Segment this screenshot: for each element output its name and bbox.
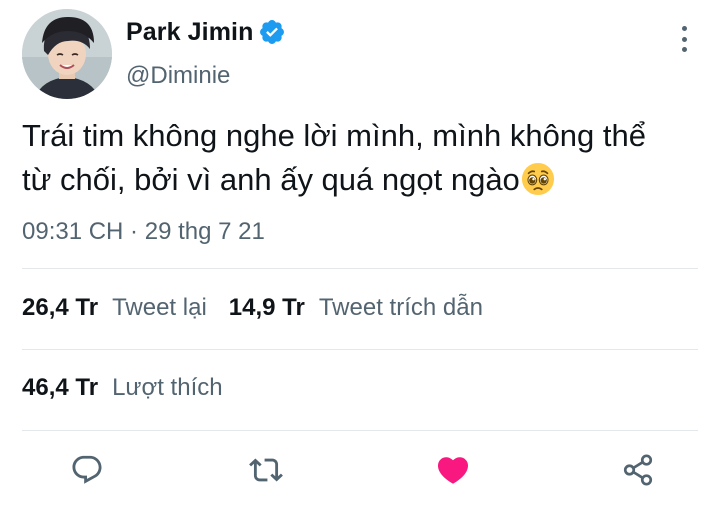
tweet-timestamp[interactable]: 09:31 CH · 29 thg 7 21 (22, 218, 265, 246)
retweets-count: 26,4 Tr (22, 294, 99, 321)
share-icon[interactable] (616, 448, 660, 492)
avatar[interactable] (22, 9, 112, 99)
retweet-icon[interactable] (244, 448, 288, 492)
pleading-face-emoji-icon (521, 162, 555, 196)
more-dot (681, 36, 687, 42)
likes-stats-row: 46,4 Tr Lượt thích (22, 374, 245, 402)
verified-badge-icon (258, 18, 286, 46)
divider (22, 349, 698, 350)
quotes-count: 14,9 Tr (228, 294, 305, 321)
user-handle[interactable]: @Diminie (126, 62, 286, 90)
likes-count: 46,4 Tr (22, 374, 99, 401)
quotes-label: Tweet trích dẫn (318, 294, 483, 321)
display-name[interactable]: Park Jimin (126, 18, 253, 47)
reply-icon[interactable] (65, 448, 109, 492)
likes-label: Lượt thích (112, 374, 223, 401)
engagement-stats-row: 26,4 Tr Tweet lại 14,9 Tr Tweet trích dẫ… (22, 294, 505, 322)
like-icon[interactable] (431, 448, 475, 492)
more-dot (681, 47, 687, 52)
likes-stat[interactable]: 46,4 Tr Lượt thích (22, 374, 245, 402)
author-block: Park Jimin @Diminie (126, 14, 286, 90)
divider (22, 430, 698, 431)
retweets-label: Tweet lại (112, 294, 207, 321)
tweet-detail: Park Jimin @Diminie Trái tim không nghe … (0, 0, 720, 511)
avatar-image (22, 9, 112, 99)
more-dot (681, 26, 687, 31)
more-options-icon[interactable] (678, 26, 690, 52)
name-row: Park Jimin (126, 14, 286, 50)
tweet-actions-bar (0, 448, 720, 498)
retweets-stat[interactable]: 26,4 Tr Tweet lại (22, 294, 229, 322)
tweet-text: Trái tim không nghe lời mình, mình không… (22, 114, 682, 202)
quotes-stat[interactable]: 14,9 Tr Tweet trích dẫn (229, 294, 505, 322)
divider (22, 268, 698, 269)
